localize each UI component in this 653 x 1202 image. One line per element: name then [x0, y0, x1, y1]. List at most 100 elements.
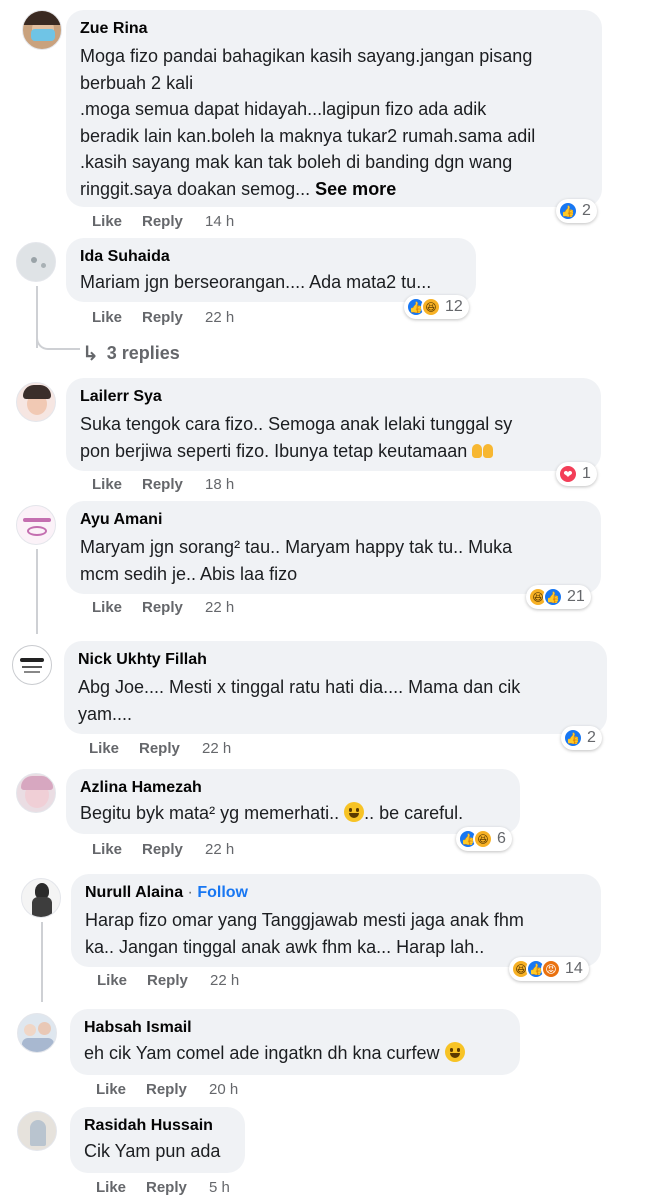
comment-actions: Like Reply 22 h	[92, 841, 234, 858]
like-button[interactable]: Like	[92, 213, 142, 230]
reaction-summary[interactable]: ❤ 1	[556, 462, 597, 486]
like-icon: 👍	[563, 728, 583, 748]
comment-text: Mariam jgn berseorangan.... Ada mata2 tu…	[80, 272, 432, 292]
comment-text: Harap fizo omar yang Tanggjawab mesti ja…	[85, 910, 524, 957]
comment-author[interactable]: Rasidah Hussain	[84, 1116, 231, 1136]
comment-actions: Like Reply 20 h	[96, 1081, 238, 1098]
comment-author[interactable]: Nick Ukhty Fillah	[78, 650, 593, 670]
like-button[interactable]: Like	[96, 1081, 146, 1098]
like-button[interactable]: Like	[89, 740, 139, 757]
reply-button[interactable]: Reply	[146, 1179, 209, 1196]
comment-actions: Like Reply 22 h	[92, 309, 234, 326]
comment-text: Abg Joe.... Mesti x tinggal ratu hati di…	[78, 677, 521, 724]
reaction-count: 21	[567, 588, 585, 605]
reaction-summary[interactable]: 😆 👍 21	[526, 585, 591, 609]
reaction-summary[interactable]: 👍 2	[561, 726, 602, 750]
comment-bubble: Habsah Ismail eh cik Yam comel ade ingat…	[70, 1009, 520, 1075]
reply-button[interactable]: Reply	[142, 476, 205, 493]
reaction-summary[interactable]: 👍 2	[556, 199, 597, 223]
angry-icon: 😡	[541, 959, 561, 979]
avatar[interactable]	[16, 773, 56, 813]
reply-button[interactable]: Reply	[147, 972, 210, 989]
comment-actions: Like Reply 22 h	[97, 972, 239, 989]
comment-actions: Like Reply 18 h	[92, 476, 234, 493]
avatar[interactable]	[17, 1111, 57, 1151]
comment-bubble: Lailerr Sya Suka tengok cara fizo.. Semo…	[66, 378, 601, 471]
reply-button[interactable]: Reply	[142, 841, 205, 858]
comment-timestamp[interactable]: 22 h	[210, 972, 239, 989]
comment-timestamp[interactable]: 22 h	[205, 309, 234, 326]
reply-button[interactable]: Reply	[142, 599, 205, 616]
like-button[interactable]: Like	[96, 1179, 146, 1196]
comment-text: Begitu byk mata² yg memerhati.. .. be ca…	[80, 800, 506, 827]
comment-timestamp[interactable]: 22 h	[202, 740, 231, 757]
view-replies-button[interactable]: ↳ 3 replies	[82, 341, 180, 366]
avatar[interactable]	[22, 10, 62, 50]
comment-text: Maryam jgn sorang² tau.. Maryam happy ta…	[80, 537, 513, 584]
comment-bubble: Azlina Hamezah Begitu byk mata² yg memer…	[66, 769, 520, 834]
comment-author[interactable]: Habsah Ismail	[84, 1018, 506, 1038]
love-icon: ❤	[558, 464, 578, 484]
haha-icon: 😆	[421, 297, 441, 317]
like-button[interactable]: Like	[92, 599, 142, 616]
see-more-link[interactable]: See more	[315, 179, 396, 199]
comment-timestamp[interactable]: 5 h	[209, 1179, 230, 1196]
avatar[interactable]	[21, 878, 61, 918]
reaction-summary[interactable]: 👍 😆 12	[404, 295, 469, 319]
comment-author[interactable]: Ida Suhaida	[80, 247, 462, 267]
comment-author[interactable]: Ayu Amani	[80, 510, 587, 530]
avatar[interactable]	[16, 242, 56, 282]
reply-button[interactable]: Reply	[139, 740, 202, 757]
laughing-emoji-icon	[344, 802, 365, 822]
thread-line	[36, 549, 38, 634]
comment-actions: Like Reply 22 h	[92, 599, 234, 616]
comment-bubble: Rasidah Hussain Cik Yam pun ada	[70, 1107, 245, 1173]
comment-bubble: Ayu Amani Maryam jgn sorang² tau.. Marya…	[66, 501, 601, 594]
avatar[interactable]	[17, 1013, 57, 1053]
comment-text-body: Suka tengok cara fizo.. Semoga anak lela…	[80, 414, 513, 461]
avatar[interactable]	[16, 505, 56, 545]
avatar[interactable]	[12, 645, 52, 685]
comment-bubble: Ida Suhaida Mariam jgn berseorangan.... …	[66, 238, 476, 302]
reaction-summary[interactable]: 😆 👍 😡 14	[509, 957, 589, 981]
comment-timestamp[interactable]: 14 h	[205, 213, 234, 230]
comment-timestamp[interactable]: 22 h	[205, 841, 234, 858]
comment-author[interactable]: Zue Rina	[80, 19, 588, 39]
like-button[interactable]: Like	[92, 309, 142, 326]
like-icon: 👍	[558, 201, 578, 221]
follow-button[interactable]: Follow	[197, 884, 248, 901]
reply-button[interactable]: Reply	[142, 213, 205, 230]
reply-arrow-icon: ↳	[82, 343, 99, 365]
grinning-sweat-emoji-icon	[444, 1042, 465, 1062]
reaction-count: 1	[582, 465, 591, 482]
comment-text-tail: .. be careful.	[364, 803, 464, 823]
comment-timestamp[interactable]: 20 h	[209, 1081, 238, 1098]
comment-author-name[interactable]: Nurull Alaina	[85, 884, 183, 901]
comment-actions: Like Reply 5 h	[96, 1179, 230, 1196]
like-button[interactable]: Like	[97, 972, 147, 989]
reaction-summary[interactable]: 👍 😆 6	[456, 827, 512, 851]
comment-text-body: eh cik Yam comel ade ingatkn dh kna curf…	[84, 1043, 440, 1063]
avatar[interactable]	[16, 382, 56, 422]
comment-author[interactable]: Azlina Hamezah	[80, 778, 506, 798]
like-button[interactable]: Like	[92, 841, 142, 858]
comment-bubble: Zue Rina Moga fizo pandai bahagikan kasi…	[66, 10, 602, 207]
replies-count: 3 replies	[106, 343, 180, 363]
comment-actions: Like Reply 14 h	[92, 213, 234, 230]
like-button[interactable]: Like	[92, 476, 142, 493]
reaction-count: 6	[497, 830, 506, 847]
reply-button[interactable]: Reply	[142, 309, 205, 326]
reply-button[interactable]: Reply	[146, 1081, 209, 1098]
like-icon: 👍	[543, 587, 563, 607]
separator-dot: ·	[187, 884, 193, 901]
comment-author[interactable]: Lailerr Sya	[80, 387, 587, 407]
comment-timestamp[interactable]: 22 h	[205, 599, 234, 616]
reaction-count: 14	[565, 960, 583, 977]
comment-text: eh cik Yam comel ade ingatkn dh kna curf…	[84, 1040, 506, 1067]
reaction-count: 2	[587, 729, 596, 746]
comment-timestamp[interactable]: 18 h	[205, 476, 234, 493]
comment-text-body: Begitu byk mata² yg memerhati..	[80, 803, 340, 823]
comment-author: Nurull Alaina · Follow	[85, 883, 587, 903]
thread-line	[41, 922, 43, 1002]
comment-text: Moga fizo pandai bahagikan kasih sayang.…	[80, 43, 588, 202]
